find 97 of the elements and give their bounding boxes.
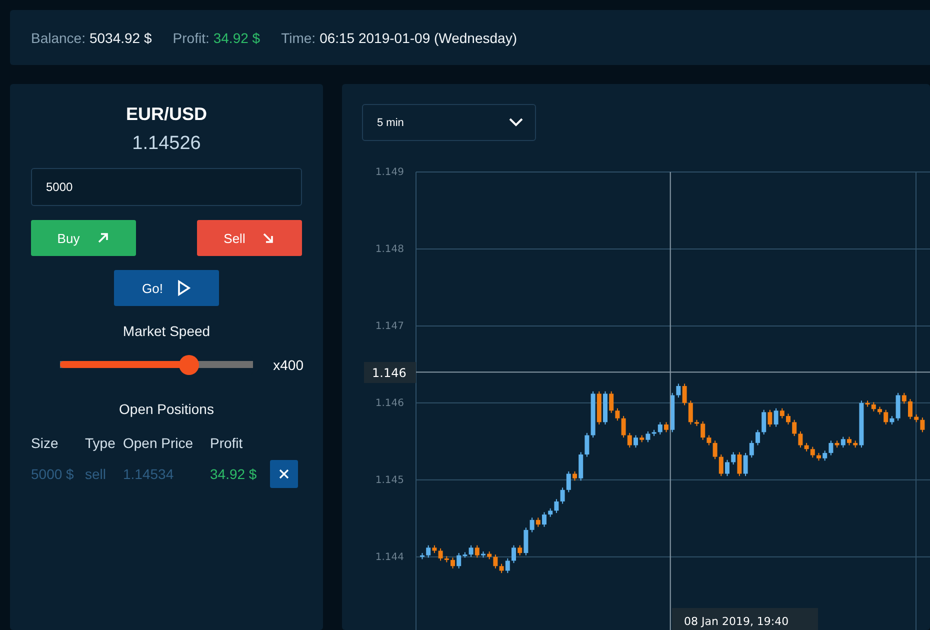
stat-value: 34.92 $ xyxy=(213,30,260,46)
candlestick xyxy=(731,452,736,466)
axis-label: 1.149 xyxy=(375,167,404,178)
candlestick xyxy=(512,544,516,564)
candlestick xyxy=(560,487,565,504)
candlestick xyxy=(572,470,577,482)
candlestick xyxy=(536,517,540,528)
candlestick xyxy=(634,434,638,448)
table-cell-text: 5000 $ xyxy=(31,466,75,482)
candlestick xyxy=(786,413,790,425)
candlestick xyxy=(524,527,528,556)
arrow-icon xyxy=(261,231,276,245)
candlestick xyxy=(871,402,876,412)
column-header: Type xyxy=(85,435,116,451)
axis-label: 1.146 xyxy=(375,398,404,409)
candlestick xyxy=(908,398,912,420)
table-cell-text: 1.14534 xyxy=(123,466,175,482)
candlestick xyxy=(621,416,626,438)
chevron-down-icon xyxy=(509,118,523,127)
candlestick xyxy=(822,450,828,462)
candlestick xyxy=(518,544,522,556)
candlestick xyxy=(718,454,724,477)
candlestick xyxy=(499,563,504,574)
candlestick xyxy=(438,548,443,562)
candlestick xyxy=(712,440,718,460)
timeframe-dropdown[interactable]: 5 min xyxy=(362,104,536,141)
candlestick xyxy=(774,408,778,428)
stat-label: Balance: xyxy=(31,30,86,46)
candlestick xyxy=(706,434,712,446)
candlestick xyxy=(682,383,687,406)
candlestick xyxy=(762,409,766,435)
table-cell-text: 34.92 $ xyxy=(210,466,258,482)
arrow-icon xyxy=(96,231,110,245)
candlestick xyxy=(768,409,772,428)
axis-label: 1.144 xyxy=(375,552,404,563)
speed-label: Market Speed xyxy=(122,323,210,339)
column-header: Profit xyxy=(210,435,244,451)
column-header: Size xyxy=(31,435,60,451)
candlestick xyxy=(530,517,534,533)
candlestick xyxy=(688,400,693,425)
candlestick xyxy=(676,383,681,398)
candlestick xyxy=(749,440,754,458)
current-price: 1.14526 xyxy=(132,133,201,155)
positions-title: Open Positions xyxy=(119,401,214,417)
speed-reading: x400 xyxy=(273,357,304,373)
candlestick xyxy=(810,446,815,458)
candlestick xyxy=(474,544,480,558)
column-header: Open Price xyxy=(123,435,194,451)
candlestick xyxy=(627,432,632,448)
play-icon xyxy=(176,280,191,296)
candlestick xyxy=(828,440,834,456)
crosshair-price: 1.146 xyxy=(372,366,406,380)
axis-label: 1.147 xyxy=(375,320,404,332)
candlestick xyxy=(737,452,742,477)
candlestick xyxy=(780,408,784,419)
candlestick xyxy=(505,558,510,574)
candlestick xyxy=(840,436,846,448)
stat-label: Profit: xyxy=(172,30,210,46)
candlestick xyxy=(426,544,431,558)
axis-label: 1.148 xyxy=(375,244,404,255)
crosshair-time: 08 Jan 2019, 19:40 xyxy=(684,615,789,628)
candlestick xyxy=(468,544,474,558)
candlestick xyxy=(450,557,455,569)
candlestick xyxy=(798,430,803,448)
candlestick xyxy=(700,420,706,440)
candlestick xyxy=(609,390,614,414)
candlestick xyxy=(902,392,906,404)
stat-value: 5034.92 $ xyxy=(89,30,152,46)
axis-label: 1.145 xyxy=(375,474,404,486)
currency-pair: EUR/USD xyxy=(126,104,207,125)
stat-label: Time: xyxy=(281,30,316,46)
slider-thumb[interactable] xyxy=(178,355,199,375)
candlestick xyxy=(725,459,730,477)
amount-field[interactable]: 5000 xyxy=(31,168,302,206)
candlestick xyxy=(578,452,584,482)
sell-button[interactable]: Sell xyxy=(197,220,302,256)
price-marker xyxy=(364,362,416,383)
candlestick xyxy=(743,452,748,477)
go-button[interactable]: Go! xyxy=(114,270,219,306)
table-cell-text: sell xyxy=(85,466,108,482)
stat-value: 06:15 2019-01-09 (Wednesday) xyxy=(320,30,517,46)
candlestick xyxy=(756,429,760,446)
candlestick xyxy=(615,408,620,422)
candlestick xyxy=(554,498,559,514)
close-icon xyxy=(279,469,289,479)
candlestick xyxy=(792,419,797,437)
candlestick xyxy=(884,409,888,425)
candlestick xyxy=(658,422,662,435)
candlestick xyxy=(584,432,590,458)
candlestick xyxy=(664,422,668,433)
candlestick xyxy=(493,554,498,569)
candlestick xyxy=(646,430,650,443)
candlestick xyxy=(542,512,546,528)
candlestick xyxy=(566,470,571,493)
close-position-button[interactable] xyxy=(270,460,298,488)
candlestick xyxy=(920,417,925,433)
candlestick xyxy=(896,392,900,422)
